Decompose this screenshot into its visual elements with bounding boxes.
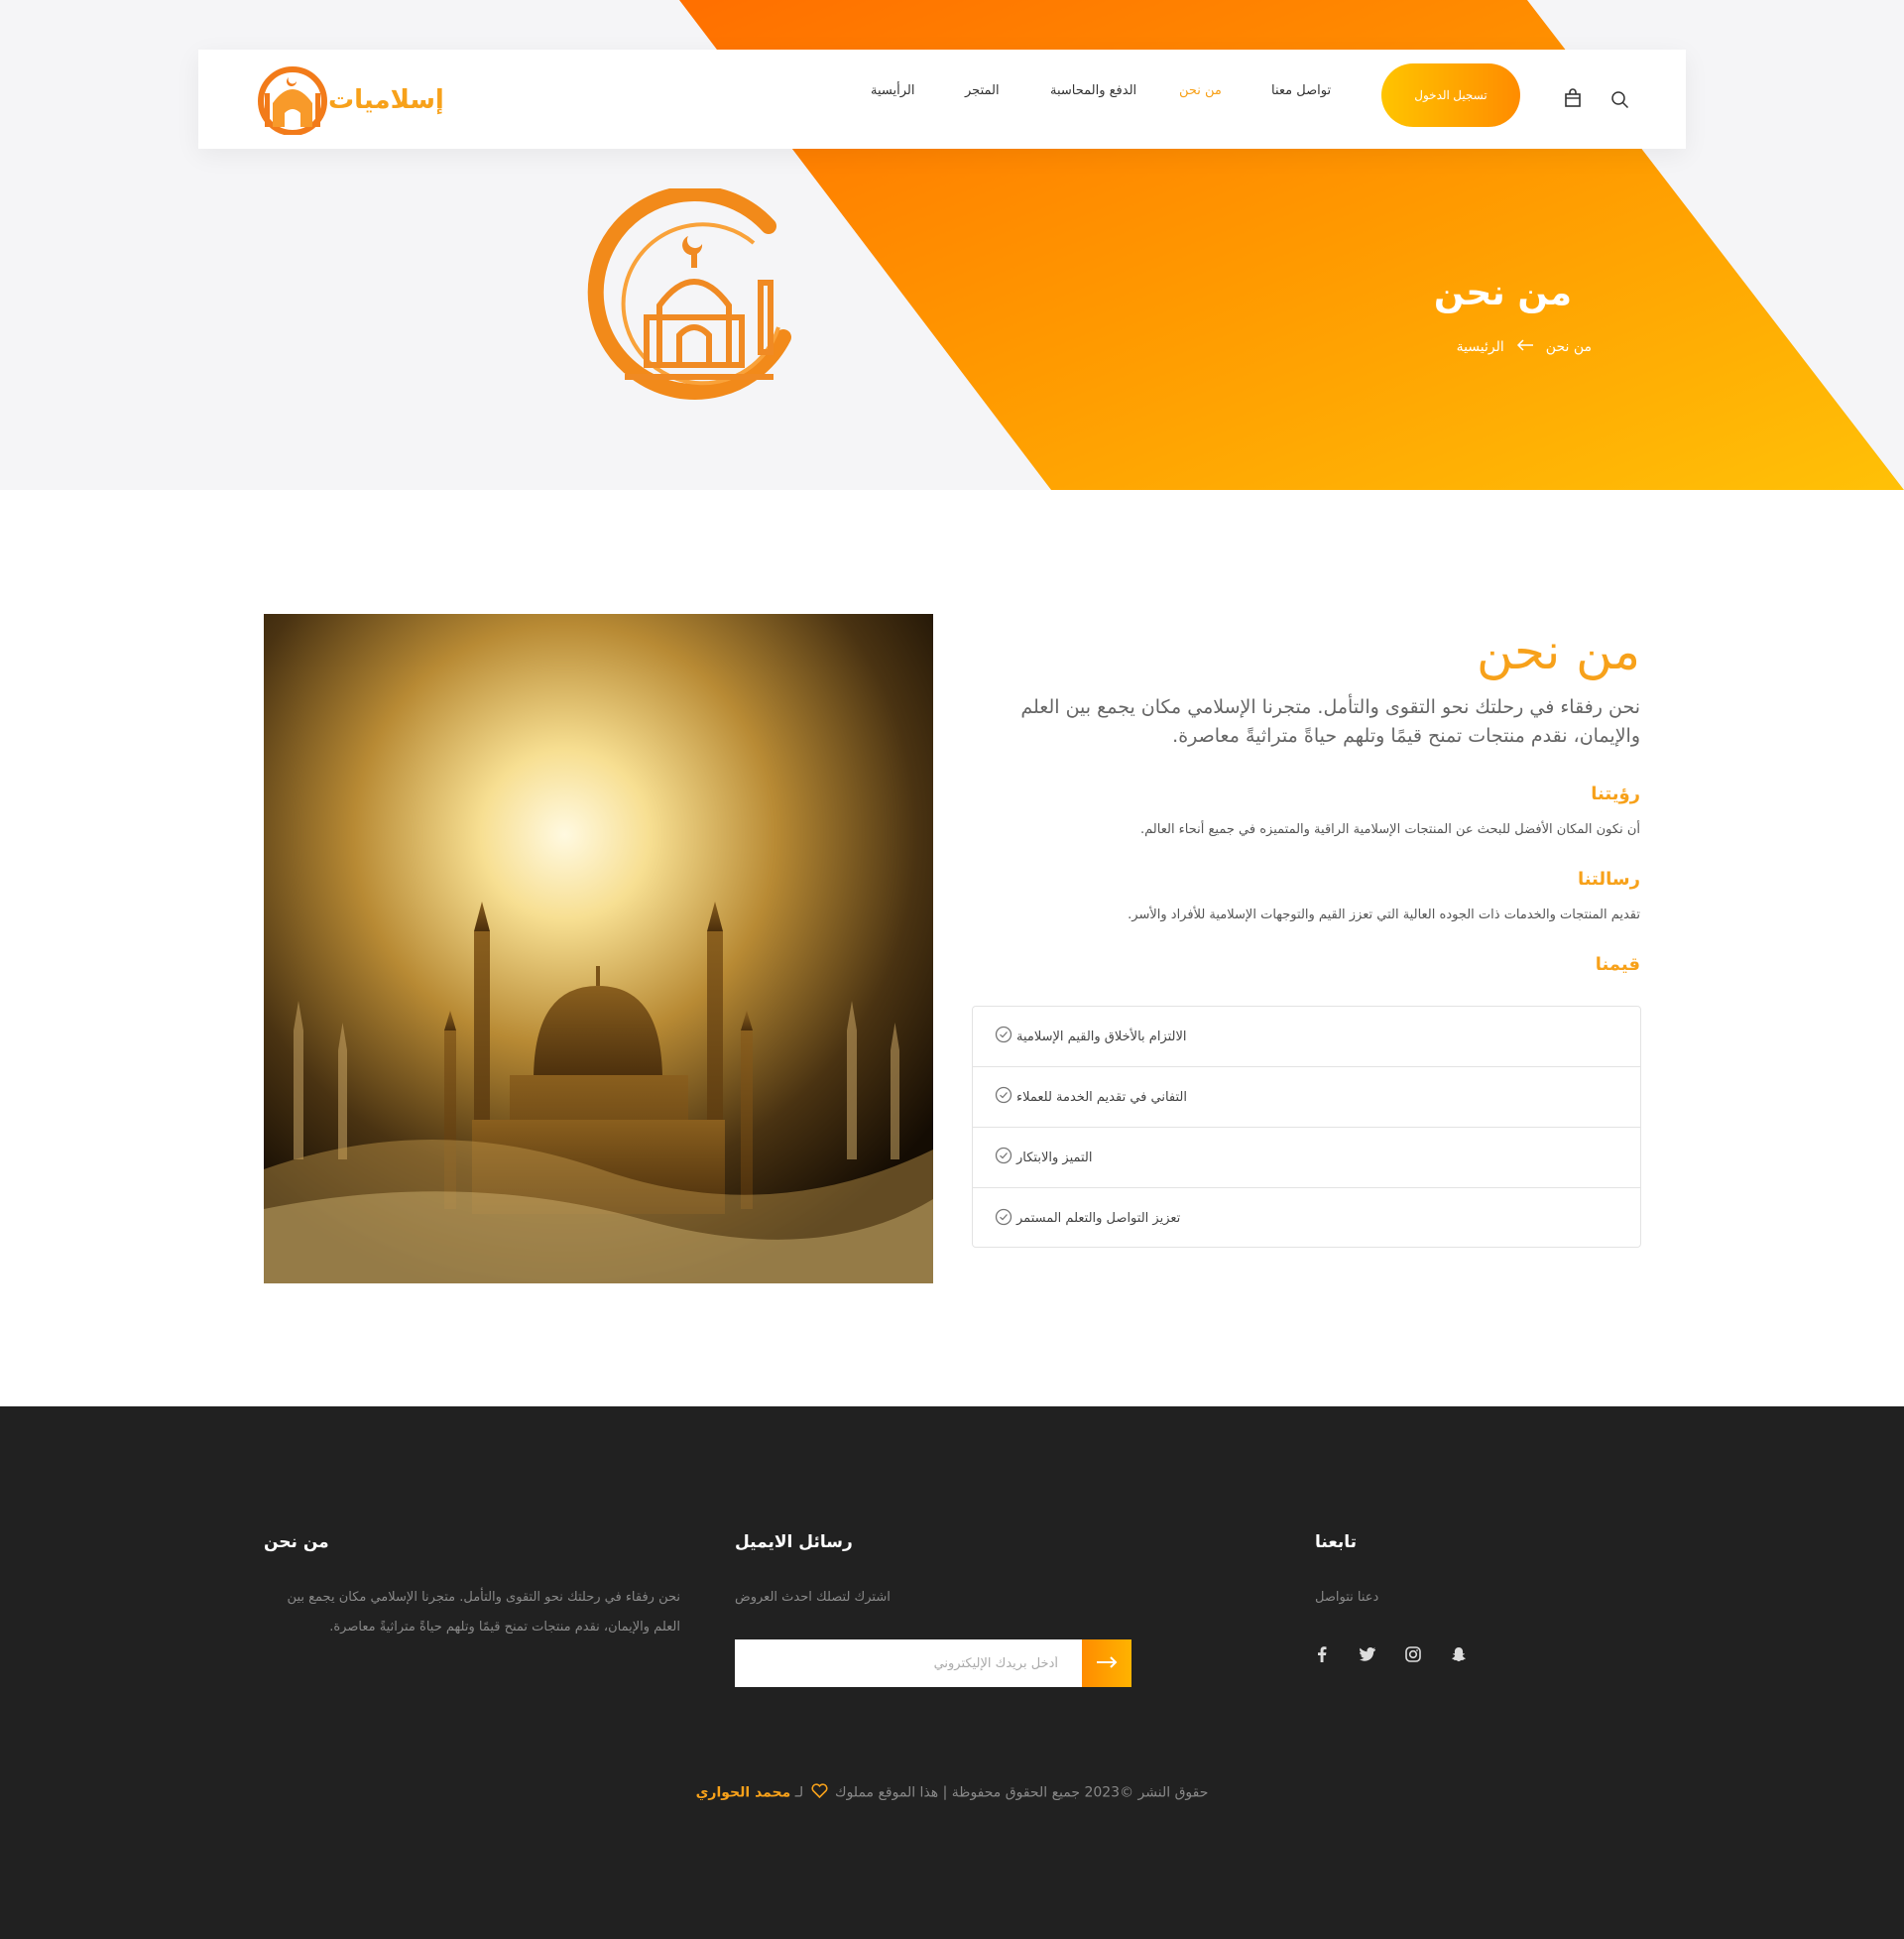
copyright-text: حقوق النشر ©2023 جميع الحقوق محفوظة | هذ… xyxy=(835,1784,1209,1801)
copyright: حقوق النشر ©2023 جميع الحقوق محفوظة | هذ… xyxy=(0,1783,1904,1802)
logo-wordmark: إسلاميات xyxy=(328,85,444,115)
copyright-connector: لـ xyxy=(794,1784,804,1801)
footer-follow-text: دعنا نتواصل xyxy=(1315,1590,1379,1605)
mission-title: رسالتنا xyxy=(1577,868,1640,890)
twitter-icon[interactable] xyxy=(1358,1644,1377,1664)
about-description: نحن رفقاء في رحلتك نحو التقوى والتأمل. م… xyxy=(1020,696,1640,748)
nav-contact[interactable]: تواصل معنا xyxy=(1271,83,1331,98)
check-circle-icon xyxy=(995,1086,1012,1108)
login-button[interactable]: تسجيل الدخول xyxy=(1381,63,1520,127)
breadcrumb: من نحن الرئيسية xyxy=(1457,339,1592,355)
newsletter-submit-button[interactable] xyxy=(1082,1639,1131,1687)
footer-about-text: نحن رفقاء في رحلتك نحو التقوى والتأمل. م… xyxy=(287,1590,680,1635)
vision-title: رؤيتنا xyxy=(1591,783,1640,804)
footer-about-title: من نحن xyxy=(264,1532,329,1552)
value-text: التفاني في تقديم الخدمة للعملاء xyxy=(1016,1089,1187,1105)
hero-title: من نحن xyxy=(1433,273,1572,313)
footer-newsletter-text: اشترك لتصلك احدث العروض xyxy=(735,1590,891,1605)
nav-store[interactable]: المتجر xyxy=(965,83,1000,98)
nav-about[interactable]: من نحن xyxy=(1179,83,1222,98)
author-link[interactable]: محمد الحواري xyxy=(696,1785,791,1801)
check-circle-icon xyxy=(995,1208,1012,1230)
social-links xyxy=(1312,1644,1469,1664)
arrow-right-icon xyxy=(1096,1655,1118,1671)
instagram-icon[interactable] xyxy=(1403,1644,1423,1664)
hero-emblem-logo xyxy=(587,188,791,400)
footer-follow-title: تابعنا xyxy=(1315,1532,1358,1552)
vision-text: أن نكون المكان الأفضل للبحث عن المنتجات … xyxy=(1140,821,1640,837)
site-footer: من نحن نحن رفقاء في رحلتك نحو التقوى وال… xyxy=(0,1406,1904,1939)
snapchat-icon[interactable] xyxy=(1449,1644,1469,1664)
check-circle-icon xyxy=(995,1147,1012,1168)
check-circle-icon xyxy=(995,1026,1012,1047)
list-item: التميز والابتكار xyxy=(973,1128,1640,1188)
breadcrumb-home-link[interactable]: الرئيسية xyxy=(1457,339,1504,355)
arrow-left-icon xyxy=(1516,339,1534,355)
heart-icon xyxy=(811,1783,828,1802)
value-text: الالتزام بالأخلاق والقيم الإسلامية xyxy=(1016,1029,1187,1044)
newsletter-form xyxy=(735,1639,1131,1687)
values-title: قيمنا xyxy=(1595,953,1640,975)
about-heading: من نحن xyxy=(1477,623,1640,680)
site-logo[interactable]: إسلاميات xyxy=(255,63,444,136)
value-text: التميز والابتكار xyxy=(1016,1150,1093,1165)
facebook-icon[interactable] xyxy=(1312,1644,1332,1664)
main-navbar: إسلاميات الرأيسية المتجر الدفع والمحاسبة… xyxy=(198,50,1686,149)
bag-icon[interactable] xyxy=(1562,87,1584,109)
nav-payment[interactable]: الدفع والمحاسبة xyxy=(1050,83,1136,98)
breadcrumb-current: من نحن xyxy=(1545,339,1592,355)
footer-newsletter-title: رسائل الايميل xyxy=(735,1532,853,1552)
newsletter-email-input[interactable] xyxy=(735,1639,1082,1687)
about-content: من نحن نحن رفقاء في رحلتك نحو التقوى وال… xyxy=(970,625,1640,993)
nav-home[interactable]: الرأيسية xyxy=(871,83,914,98)
list-item: التفاني في تقديم الخدمة للعملاء xyxy=(973,1067,1640,1128)
search-icon[interactable] xyxy=(1608,88,1630,110)
value-text: تعزيز التواصل والتعلم المستمر xyxy=(1016,1211,1181,1226)
list-item: الالتزام بالأخلاق والقيم الإسلامية xyxy=(973,1007,1640,1067)
list-item: تعزيز التواصل والتعلم المستمر xyxy=(973,1188,1640,1249)
about-mosque-image xyxy=(264,614,933,1283)
values-list: الالتزام بالأخلاق والقيم الإسلامية التفا… xyxy=(972,1006,1641,1248)
mosque-logo-icon xyxy=(258,66,327,136)
mission-text: تقديم المنتجات والخدمات ذات الجوده العال… xyxy=(1128,907,1640,922)
